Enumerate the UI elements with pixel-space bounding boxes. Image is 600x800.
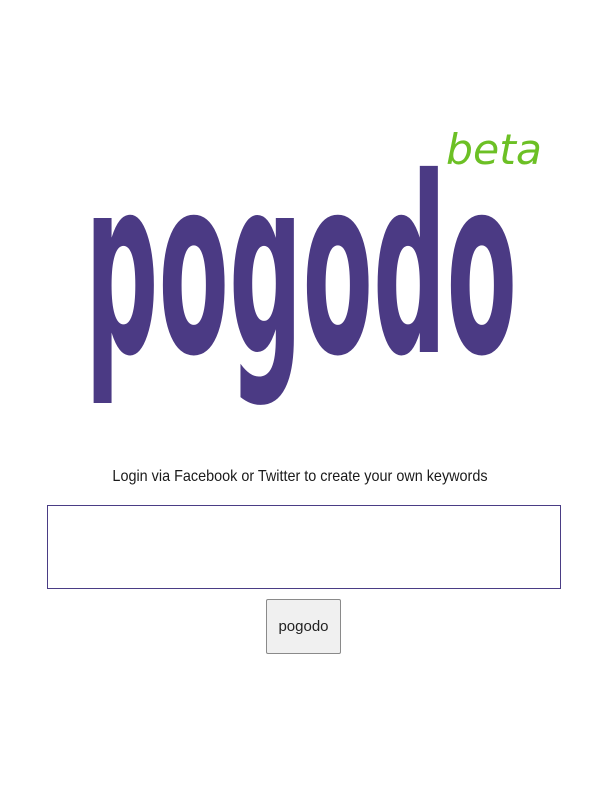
logo-beta-badge: beta bbox=[446, 125, 542, 174]
login-prompt: Login via Facebook or Twitter to create … bbox=[112, 468, 488, 485]
keyword-input[interactable] bbox=[47, 505, 561, 589]
pogodo-logo: pogodo beta bbox=[0, 0, 600, 440]
pogodo-submit-button[interactable]: pogodo bbox=[266, 599, 341, 654]
page: pogodo beta Login via Facebook or Twitte… bbox=[0, 0, 600, 800]
